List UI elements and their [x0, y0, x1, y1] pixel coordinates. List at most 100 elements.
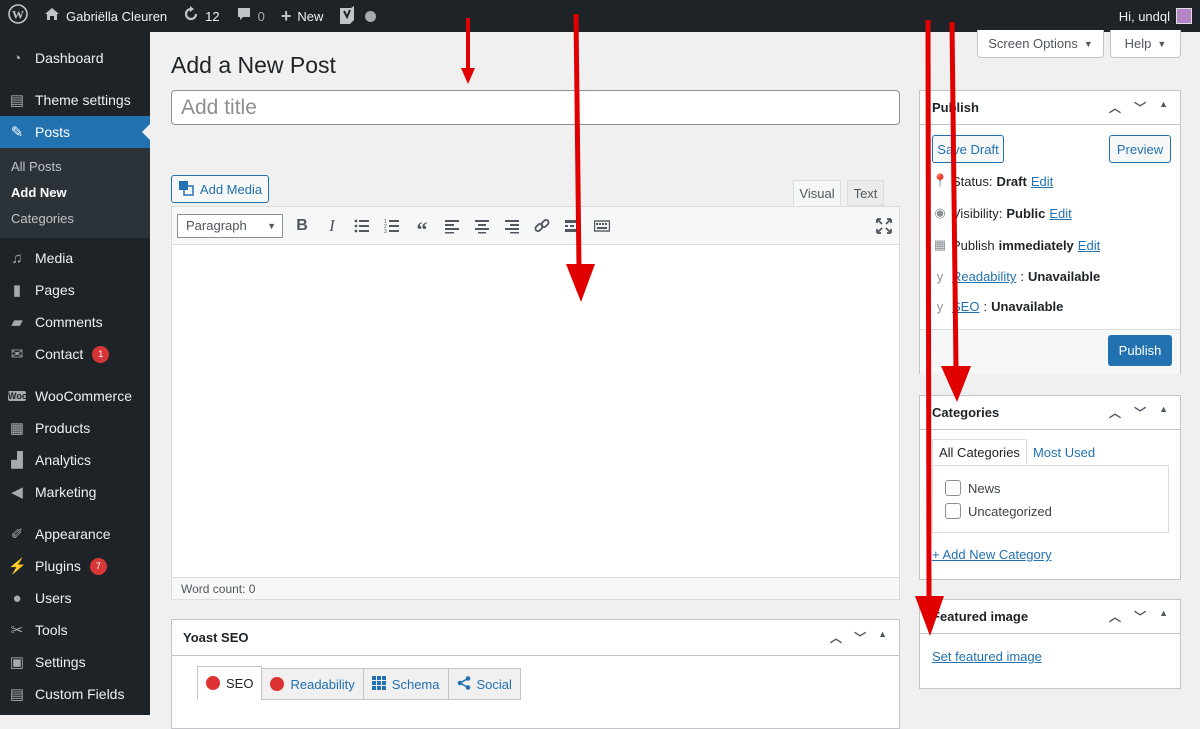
chevron-down-icon[interactable]: ﹀: [1134, 99, 1146, 116]
main-content: Screen Options ▼ Help ▼ Add a New Post A…: [150, 30, 1200, 729]
tab-all-categories[interactable]: All Categories: [932, 439, 1027, 465]
yoast-tab-label: SEO: [226, 675, 254, 691]
submenu-categories[interactable]: Categories: [0, 206, 150, 232]
submenu-add-new[interactable]: Add New: [0, 180, 150, 206]
collapse-toggle-icon[interactable]: ▲: [1159, 99, 1168, 116]
tab-text[interactable]: Text: [847, 180, 884, 206]
wordpress-logo-icon: W: [8, 3, 28, 29]
sidebar-item-custom-fields[interactable]: ▤ Custom Fields: [0, 678, 150, 710]
fullscreen-icon[interactable]: [873, 215, 895, 237]
edit-visibility-link[interactable]: Edit: [1049, 206, 1071, 221]
site-name-link[interactable]: Gabriëlla Cleuren: [36, 0, 175, 32]
align-right-icon[interactable]: [501, 215, 523, 237]
category-item-uncategorized[interactable]: Uncategorized: [945, 503, 1052, 519]
chevron-down-icon[interactable]: ﹀: [854, 629, 866, 646]
sidebar-item-theme-settings[interactable]: ▤ Theme settings: [0, 84, 150, 116]
category-checkbox[interactable]: [945, 503, 961, 519]
edit-schedule-link[interactable]: Edit: [1078, 238, 1100, 253]
add-new-category-link[interactable]: + Add New Category: [932, 547, 1052, 562]
publish-box-header[interactable]: Publish ︿ ﹀ ▲: [920, 91, 1180, 125]
sidebar-item-contact[interactable]: ✉ Contact 1: [0, 338, 150, 370]
tab-visual[interactable]: Visual: [793, 180, 841, 206]
word-count: Word count: 0: [172, 577, 899, 599]
link-icon[interactable]: [531, 215, 553, 237]
sidebar-item-users[interactable]: ● Users: [0, 582, 150, 614]
chevron-up-icon[interactable]: ︿: [1109, 608, 1121, 625]
updates-link[interactable]: 12: [175, 0, 227, 32]
new-content-link[interactable]: + New: [273, 0, 332, 32]
yoast-tab-label: Readability: [290, 676, 355, 692]
screen-options-button[interactable]: Screen Options ▼: [977, 30, 1104, 58]
align-center-icon[interactable]: [471, 215, 493, 237]
publish-box-title: Publish: [932, 100, 979, 115]
sidebar-item-posts[interactable]: ✎ Posts: [0, 116, 150, 148]
status-label: Status:: [952, 173, 993, 189]
submenu-all-posts[interactable]: All Posts: [0, 154, 150, 180]
italic-icon[interactable]: I: [321, 215, 343, 237]
collapse-toggle-icon[interactable]: ▲: [1159, 404, 1168, 421]
category-item-news[interactable]: News: [945, 480, 1001, 496]
collapse-toggle-icon[interactable]: ▲: [1159, 608, 1168, 625]
seo-link[interactable]: SEO: [952, 299, 979, 314]
help-button[interactable]: Help ▼: [1110, 30, 1181, 58]
yoast-status-dot-icon: [365, 10, 377, 22]
chevron-down-icon[interactable]: ﹀: [1134, 608, 1146, 625]
collapse-toggle-icon[interactable]: ▲: [878, 629, 887, 646]
sidebar-item-pages[interactable]: ▮ Pages: [0, 274, 150, 306]
sidebar-item-analytics[interactable]: ▟ Analytics: [0, 444, 150, 476]
sidebar-item-label: Theme settings: [35, 92, 131, 108]
sidebar-item-products[interactable]: ▦ Products: [0, 412, 150, 444]
blockquote-icon[interactable]: “: [411, 215, 433, 240]
editor-content-area[interactable]: [172, 245, 899, 577]
bold-icon[interactable]: B: [291, 215, 313, 237]
featured-image-header[interactable]: Featured image ︿ ﹀ ▲: [920, 600, 1180, 634]
chevron-up-icon[interactable]: ︿: [1109, 404, 1121, 421]
media-add-icon: [178, 180, 194, 199]
status-row: 📍 Status: Draft Edit: [932, 173, 1053, 189]
bullet-list-icon[interactable]: [351, 215, 373, 237]
sidebar-item-label: Comments: [35, 314, 103, 330]
sidebar-item-tools[interactable]: ✂ Tools: [0, 614, 150, 646]
toolbar-toggle-icon[interactable]: [591, 215, 613, 237]
sidebar-item-dashboard[interactable]: ◔ Dashboard: [0, 42, 150, 74]
tab-most-used[interactable]: Most Used: [1027, 439, 1101, 465]
chevron-up-icon[interactable]: ︿: [830, 629, 842, 646]
set-featured-image-link[interactable]: Set featured image: [932, 649, 1042, 664]
categories-box-header[interactable]: Categories ︿ ﹀ ▲: [920, 396, 1180, 430]
publish-button[interactable]: Publish: [1108, 335, 1172, 366]
sidebar-item-plugins[interactable]: ⚡ Plugins 7: [0, 550, 150, 582]
chevron-up-icon[interactable]: ︿: [1109, 99, 1121, 116]
sidebar-item-media[interactable]: ♫ Media: [0, 242, 150, 274]
numbered-list-icon[interactable]: 123: [381, 215, 403, 237]
yoast-tab-seo[interactable]: SEO: [197, 666, 263, 700]
account-menu[interactable]: Hi, undql: [1111, 0, 1200, 32]
sidebar-item-label: Users: [35, 590, 72, 606]
sidebar-item-appearance[interactable]: ✐ Appearance: [0, 518, 150, 550]
sidebar-item-comments[interactable]: ▰ Comments: [0, 306, 150, 338]
post-title-input[interactable]: [171, 90, 900, 125]
comments-link[interactable]: 0: [228, 0, 273, 32]
category-checkbox[interactable]: [945, 480, 961, 496]
yoast-menu[interactable]: [331, 0, 384, 32]
align-left-icon[interactable]: [441, 215, 463, 237]
yoast-tab-label: Social: [476, 676, 512, 692]
edit-status-link[interactable]: Edit: [1031, 174, 1053, 189]
category-label: News: [968, 480, 1001, 496]
wp-logo-button[interactable]: W: [0, 0, 36, 32]
sidebar-item-marketing[interactable]: ◀ Marketing: [0, 476, 150, 508]
sidebar-item-settings[interactable]: ▣ Settings: [0, 646, 150, 678]
yoast-tab-schema[interactable]: Schema: [362, 668, 449, 700]
readability-link[interactable]: Readability: [952, 269, 1016, 284]
chevron-down-icon[interactable]: ﹀: [1134, 404, 1146, 421]
add-media-button[interactable]: Add Media: [171, 175, 269, 203]
sidebar-item-label: Marketing: [35, 484, 97, 500]
yoast-header[interactable]: Yoast SEO ︿ ﹀ ▲: [172, 620, 899, 656]
read-more-icon[interactable]: [561, 215, 583, 237]
sidebar-item-woocommerce[interactable]: Woo WooCommerce: [0, 380, 150, 412]
format-select[interactable]: Paragraph ▼: [177, 213, 283, 238]
yoast-tab-readability[interactable]: Readability: [261, 668, 364, 700]
preview-button[interactable]: Preview: [1109, 135, 1171, 163]
yoast-tab-social[interactable]: Social: [447, 668, 521, 700]
save-draft-button[interactable]: Save Draft: [932, 135, 1004, 163]
yoast-title: Yoast SEO: [183, 630, 249, 645]
